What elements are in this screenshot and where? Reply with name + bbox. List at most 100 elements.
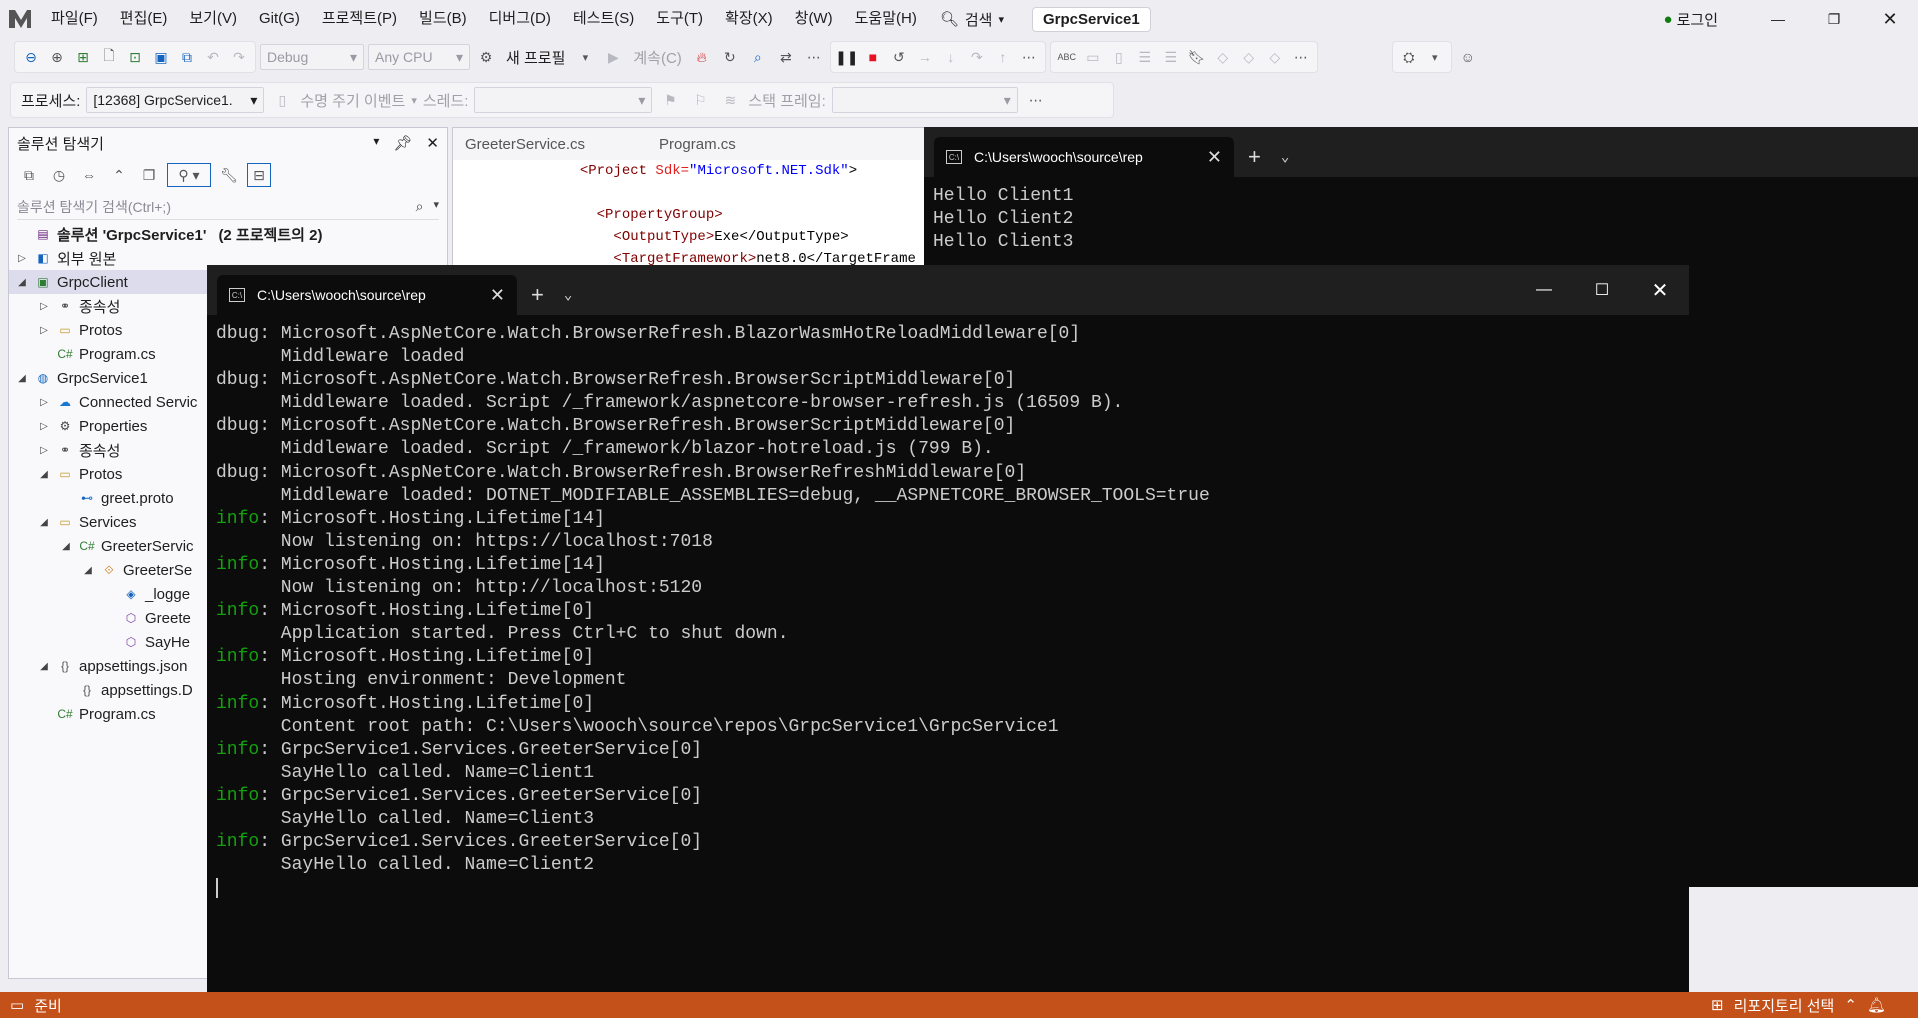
forward-icon[interactable]: ⊕	[45, 45, 69, 69]
close-tab-icon[interactable]: ✕	[1207, 147, 1222, 168]
menu-item[interactable]: 도움말(H)	[844, 0, 928, 38]
copilot-icon[interactable]: ⛭	[1397, 45, 1421, 69]
feedback-icon[interactable]: ☺	[1456, 45, 1480, 69]
expand-arrow-icon[interactable]: ◢	[37, 469, 51, 480]
menu-item[interactable]: 테스트(S)	[562, 0, 645, 38]
menu-item[interactable]: 편집(E)	[109, 0, 179, 38]
open-file-icon[interactable]: 🗋	[97, 45, 121, 69]
platform-select[interactable]: Any CPU ▾	[368, 44, 470, 70]
redo-icon[interactable]: ↷	[227, 45, 251, 69]
expand-arrow-icon[interactable]: ◢	[15, 277, 29, 288]
lifecycle-events-button[interactable]: 수명 주기 이벤트	[300, 90, 405, 111]
stack-frame-select[interactable]: ▾	[831, 87, 1018, 113]
code-area[interactable]: <Project Sdk="Microsoft.NET.Sdk"> <Prope…	[453, 160, 931, 270]
chevron-down-icon[interactable]: ▾	[373, 134, 379, 152]
more-icon[interactable]: ⋯	[802, 45, 826, 69]
outdent-icon[interactable]: ☰	[1133, 45, 1157, 69]
flag-all-icon[interactable]: ⚐	[688, 88, 712, 112]
step-over-icon[interactable]: ↷	[965, 45, 989, 69]
restart-icon[interactable]: ↺	[887, 45, 911, 69]
menu-item[interactable]: 창(W)	[784, 0, 844, 38]
close-window-button[interactable]: ✕	[1631, 265, 1689, 315]
server-terminal-output[interactable]: dbug: Microsoft.AspNetCore.Watch.Browser…	[207, 315, 1689, 908]
save-all-icon[interactable]: ⧉	[175, 45, 199, 69]
switch-views-icon[interactable]: ⧉	[17, 163, 41, 187]
expand-arrow-icon[interactable]: ▷	[37, 445, 51, 456]
add-item-icon[interactable]: ⊡	[123, 45, 147, 69]
expand-arrow-icon[interactable]: ▷	[15, 253, 29, 264]
expand-arrow-icon[interactable]: ◢	[59, 541, 73, 552]
spell-check-icon[interactable]: ABC	[1055, 45, 1079, 69]
editor-tab[interactable]: Program.cs	[647, 136, 748, 153]
more-icon[interactable]: ⋯	[1289, 45, 1313, 69]
pause-icon[interactable]: ❚❚	[835, 45, 859, 69]
show-next-statement-icon[interactable]: →	[913, 45, 937, 69]
undo-icon[interactable]: ↶	[201, 45, 225, 69]
more-icon[interactable]: ⋯	[1024, 88, 1048, 112]
menu-item[interactable]: 디버그(D)	[478, 0, 562, 38]
expand-arrow-icon[interactable]: ◢	[37, 517, 51, 528]
menu-item[interactable]: 도구(T)	[645, 0, 714, 38]
refresh-icon[interactable]: ↻	[718, 45, 742, 69]
notification-icon[interactable]: 🔔︎	[1867, 996, 1886, 1014]
close-tab-icon[interactable]: ✕	[490, 285, 505, 306]
back-icon[interactable]: ⊖	[19, 45, 43, 69]
properties-icon[interactable]: 🔧︎	[217, 163, 241, 187]
chevron-down-icon[interactable]: ⌄	[1275, 137, 1295, 177]
step-into-icon[interactable]: ↓	[939, 45, 963, 69]
menu-item[interactable]: 보기(V)	[178, 0, 248, 38]
show-all-files-icon[interactable]: ❐	[137, 163, 161, 187]
clear-bookmarks-icon[interactable]: ◇	[1263, 45, 1287, 69]
preview-icon[interactable]: ⊟	[247, 163, 271, 187]
quick-info-icon[interactable]: ▭	[1081, 45, 1105, 69]
expand-arrow-icon[interactable]: ◢	[81, 565, 95, 576]
close-icon[interactable]: ✕	[426, 134, 439, 152]
expand-arrow-icon[interactable]: ▷	[37, 421, 51, 432]
new-project-icon[interactable]: ⊞	[71, 45, 95, 69]
thread-select[interactable]: ▾	[474, 87, 653, 113]
client-terminal-tab[interactable]: C:\ C:\Users\wooch\source\rep ✕	[934, 137, 1234, 177]
filter-icon[interactable]: ⚲ ▾	[167, 163, 211, 187]
expand-arrow-icon[interactable]: ▷	[37, 325, 51, 336]
step-out-icon[interactable]: ↑	[991, 45, 1015, 69]
pending-changes-icon[interactable]: ◷	[47, 163, 71, 187]
pin-icon[interactable]: 📌︎	[393, 134, 412, 152]
bookmark-icon[interactable]: 🔖︎	[1185, 45, 1209, 69]
menu-item[interactable]: 프로젝트(P)	[311, 0, 408, 38]
minimize-button[interactable]: —	[1750, 0, 1806, 38]
stop-icon[interactable]: ■	[861, 45, 885, 69]
continue-button[interactable]: 계속(C)	[629, 47, 685, 68]
configuration-select[interactable]: Debug ▾	[260, 44, 364, 70]
server-terminal-tab[interactable]: C:\ C:\Users\wooch\source\rep ✕	[217, 275, 517, 315]
menu-item[interactable]: 빌드(B)	[408, 0, 478, 38]
play-icon[interactable]: ▶	[601, 45, 625, 69]
collapse-all-icon[interactable]: ⌃	[107, 163, 131, 187]
expand-arrow-icon[interactable]: ◢	[37, 661, 51, 672]
next-bookmark-icon[interactable]: ◇	[1237, 45, 1261, 69]
menu-item[interactable]: Git(G)	[248, 0, 311, 38]
new-tab-button[interactable]: +	[1234, 137, 1275, 177]
new-profile-button[interactable]: 새 프로필	[502, 47, 569, 68]
sync-icon[interactable]: ⇔	[77, 163, 101, 187]
login-button[interactable]: ● 로그인	[1664, 0, 1718, 38]
close-window-button[interactable]: ✕	[1862, 0, 1918, 38]
show-threads-icon[interactable]: ≋	[718, 88, 742, 112]
chevron-down-icon[interactable]: ▾	[1423, 45, 1447, 69]
solution-root[interactable]: ▤ 솔루션 'GrpcService1' (2 프로젝트의 2)	[9, 222, 447, 246]
param-info-icon[interactable]: ▯	[1107, 45, 1131, 69]
menu-item[interactable]: 확장(X)	[714, 0, 784, 38]
status-output-icon[interactable]: ▭	[10, 996, 24, 1014]
search-button[interactable]: 🔍︎ 검색 ▾	[928, 9, 1016, 30]
chevron-down-icon[interactable]: ⌄	[558, 275, 578, 315]
client-terminal-output[interactable]: Hello Client1 Hello Client2 Hello Client3	[924, 177, 1918, 262]
maximize-button[interactable]: ☐	[1573, 265, 1631, 315]
editor-tab[interactable]: GreeterService.cs	[453, 136, 597, 153]
expand-arrow-icon[interactable]: ▷	[37, 301, 51, 312]
indent-icon[interactable]: ☰	[1159, 45, 1183, 69]
process-select[interactable]: [12368] GrpcService1. ▾	[86, 87, 265, 113]
solution-explorer-search[interactable]: 솔루션 탐색기 검색(Ctrl+;) ⌕ ▾	[17, 194, 439, 220]
flag-icon[interactable]: ⚑	[658, 88, 682, 112]
select-repository-button[interactable]: 리포지토리 선택	[1734, 995, 1835, 1016]
menu-item[interactable]: 파일(F)	[40, 0, 109, 38]
minimize-button[interactable]: —	[1515, 265, 1573, 315]
